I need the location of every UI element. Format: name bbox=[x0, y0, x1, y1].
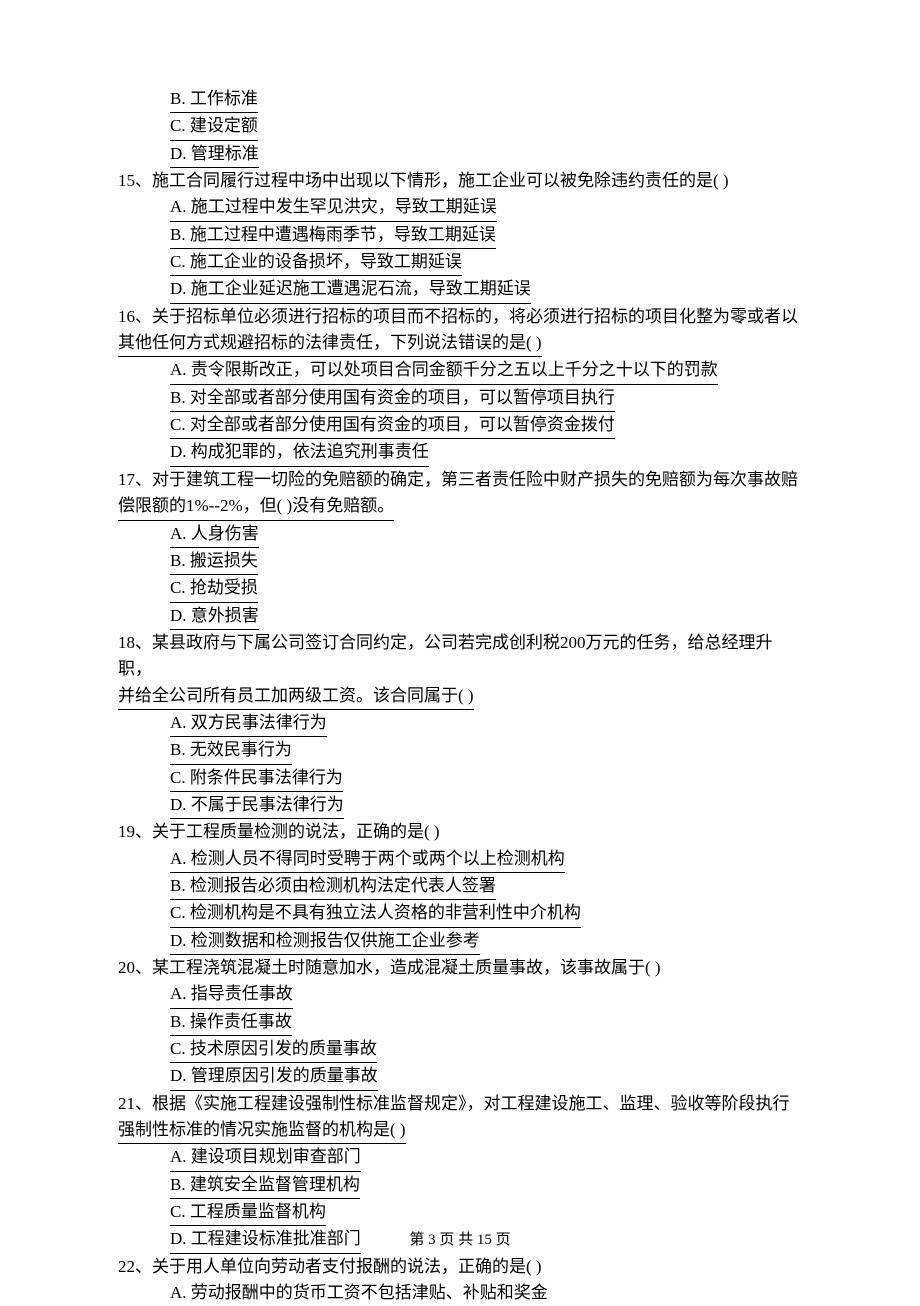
q15-option-c: C. 施工企业的设备损坏，导致工期延误 bbox=[118, 249, 802, 276]
q20-option-c: C. 技术原因引发的质量事故 bbox=[118, 1036, 802, 1063]
question-22-stem: 22、关于用人单位向劳动者支付报酬的说法，正确的是( ) bbox=[118, 1254, 802, 1280]
q17-option-c: C. 抢劫受损 bbox=[118, 575, 802, 602]
option-text: A. 建设项目规划审查部门 bbox=[170, 1144, 361, 1171]
option-text: C. 附条件民事法律行为 bbox=[170, 765, 343, 792]
q17-option-a: A. 人身伤害 bbox=[118, 521, 802, 548]
question-17-stem-l1: 17、对于建筑工程一切险的免赔额的确定，第三者责任险中财产损失的免赔额为每次事故… bbox=[118, 467, 802, 493]
question-18-stem-l1: 18、某县政府与下属公司签订合同约定，公司若完成创利税200万元的任务，给总经理… bbox=[118, 630, 802, 683]
q16-option-c: C. 对全部或者部分使用国有资金的项目，可以暂停资金拨付 bbox=[118, 412, 802, 439]
option-text: A. 责令限斯改正，可以处项目合同金额千分之五以上千分之十以下的罚款 bbox=[170, 357, 718, 384]
q17-option-b: B. 搬运损失 bbox=[118, 548, 802, 575]
option-text: D. 意外损害 bbox=[170, 603, 259, 630]
option-text: C. 检测机构是不具有独立法人资格的非营利性中介机构 bbox=[170, 900, 581, 927]
option-text: D. 检测数据和检测报告仅供施工企业参考 bbox=[170, 928, 480, 955]
option-text: B. 对全部或者部分使用国有资金的项目，可以暂停项目执行 bbox=[170, 385, 615, 412]
q16-option-d: D. 构成犯罪的，依法追究刑事责任 bbox=[118, 439, 802, 466]
q19-option-b: B. 检测报告必须由检测机构法定代表人签署 bbox=[118, 873, 802, 900]
page-footer: 第 3 页 共 15 页 bbox=[0, 1229, 920, 1252]
option-text: B. 无效民事行为 bbox=[170, 737, 292, 764]
question-20-stem: 20、某工程浇筑混凝土时随意加水，造成混凝土质量事故，该事故属于( ) bbox=[118, 955, 802, 981]
question-21-stem-l1: 21、根据《实施工程建设强制性标准监督规定》，对工程建设施工、监理、验收等阶段执… bbox=[118, 1091, 802, 1117]
option-text: D. 管理标准 bbox=[170, 141, 259, 168]
q20-option-b: B. 操作责任事故 bbox=[118, 1009, 802, 1036]
option-text: C. 建设定额 bbox=[170, 113, 258, 140]
option-text: B. 操作责任事故 bbox=[170, 1009, 292, 1036]
question-16-stem-l2: 其他任何方式规避招标的法律责任，下列说法错误的是( ) bbox=[118, 330, 802, 357]
option-text: A. 施工过程中发生罕见洪灾，导致工期延误 bbox=[170, 194, 497, 221]
option-text: A. 检测人员不得同时受聘于两个或两个以上检测机构 bbox=[170, 846, 565, 873]
page-content: B. 工作标准 C. 建设定额 D. 管理标准 15、施工合同履行过程中场中出现… bbox=[118, 86, 802, 1306]
q19-option-d: D. 检测数据和检测报告仅供施工企业参考 bbox=[118, 928, 802, 955]
option-text: B. 工作标准 bbox=[170, 86, 258, 113]
option-text: C. 技术原因引发的质量事故 bbox=[170, 1036, 377, 1063]
q20-option-d: D. 管理原因引发的质量事故 bbox=[118, 1063, 802, 1090]
q18-option-c: C. 附条件民事法律行为 bbox=[118, 765, 802, 792]
question-19-stem: 19、关于工程质量检测的说法，正确的是( ) bbox=[118, 819, 802, 845]
q18-option-d: D. 不属于民事法律行为 bbox=[118, 792, 802, 819]
leading-option-c: C. 建设定额 bbox=[118, 113, 802, 140]
option-text: B. 搬运损失 bbox=[170, 548, 258, 575]
option-text: B. 建筑安全监督管理机构 bbox=[170, 1172, 360, 1199]
q20-option-a: A. 指导责任事故 bbox=[118, 981, 802, 1008]
question-17-stem-l2: 偿限额的1%--2%，但( )没有免赔额。 bbox=[118, 493, 802, 520]
option-text: A. 劳动报酬中的货币工资不包括津贴、补贴和奖金 bbox=[170, 1283, 548, 1302]
q21-option-c: C. 工程质量监督机构 bbox=[118, 1199, 802, 1226]
option-text: A. 双方民事法律行为 bbox=[170, 710, 327, 737]
question-16-stem-l1: 16、关于招标单位必须进行招标的项目而不招标的，将必须进行招标的项目化整为零或者… bbox=[118, 304, 802, 330]
option-text: D. 构成犯罪的，依法追究刑事责任 bbox=[170, 439, 429, 466]
stem-underlined: 其他任何方式规避招标的法律责任，下列说法错误的是( ) bbox=[118, 330, 542, 357]
option-text: B. 检测报告必须由检测机构法定代表人签署 bbox=[170, 873, 496, 900]
option-text: C. 对全部或者部分使用国有资金的项目，可以暂停资金拨付 bbox=[170, 412, 615, 439]
q21-option-b: B. 建筑安全监督管理机构 bbox=[118, 1172, 802, 1199]
q19-option-c: C. 检测机构是不具有独立法人资格的非营利性中介机构 bbox=[118, 900, 802, 927]
stem-underlined: 偿限额的1%--2%，但( )没有免赔额。 bbox=[118, 493, 394, 520]
leading-option-b: B. 工作标准 bbox=[118, 86, 802, 113]
q15-option-b: B. 施工过程中遭遇梅雨季节，导致工期延误 bbox=[118, 222, 802, 249]
stem-underlined: 并给全公司所有员工加两级工资。该合同属于( ) bbox=[118, 683, 474, 710]
option-text: D. 不属于民事法律行为 bbox=[170, 792, 344, 819]
q18-option-b: B. 无效民事行为 bbox=[118, 737, 802, 764]
q21-option-a: A. 建设项目规划审查部门 bbox=[118, 1144, 802, 1171]
option-text: A. 人身伤害 bbox=[170, 521, 259, 548]
option-text: A. 指导责任事故 bbox=[170, 981, 293, 1008]
q16-option-a: A. 责令限斯改正，可以处项目合同金额千分之五以上千分之十以下的罚款 bbox=[118, 357, 802, 384]
stem-underlined: 强制性标准的情况实施监督的机构是( ) bbox=[118, 1117, 406, 1144]
q17-option-d: D. 意外损害 bbox=[118, 603, 802, 630]
option-text: C. 工程质量监督机构 bbox=[170, 1199, 326, 1226]
question-21-stem-l2: 强制性标准的情况实施监督的机构是( ) bbox=[118, 1117, 802, 1144]
page-number: 第 3 页 共 15 页 bbox=[409, 1232, 510, 1248]
q22-option-a: A. 劳动报酬中的货币工资不包括津贴、补贴和奖金 bbox=[118, 1280, 802, 1306]
q15-option-a: A. 施工过程中发生罕见洪灾，导致工期延误 bbox=[118, 194, 802, 221]
q19-option-a: A. 检测人员不得同时受聘于两个或两个以上检测机构 bbox=[118, 846, 802, 873]
question-15-stem: 15、施工合同履行过程中场中出现以下情形，施工企业可以被免除违约责任的是( ) bbox=[118, 168, 802, 194]
q18-option-a: A. 双方民事法律行为 bbox=[118, 710, 802, 737]
option-text: D. 管理原因引发的质量事故 bbox=[170, 1063, 378, 1090]
leading-option-d: D. 管理标准 bbox=[118, 141, 802, 168]
option-text: C. 抢劫受损 bbox=[170, 575, 258, 602]
option-text: D. 施工企业延迟施工遭遇泥石流，导致工期延误 bbox=[170, 276, 531, 303]
option-text: C. 施工企业的设备损坏，导致工期延误 bbox=[170, 249, 462, 276]
q16-option-b: B. 对全部或者部分使用国有资金的项目，可以暂停项目执行 bbox=[118, 385, 802, 412]
question-18-stem-l2: 并给全公司所有员工加两级工资。该合同属于( ) bbox=[118, 683, 802, 710]
option-text: B. 施工过程中遭遇梅雨季节，导致工期延误 bbox=[170, 222, 496, 249]
q15-option-d: D. 施工企业延迟施工遭遇泥石流，导致工期延误 bbox=[118, 276, 802, 303]
